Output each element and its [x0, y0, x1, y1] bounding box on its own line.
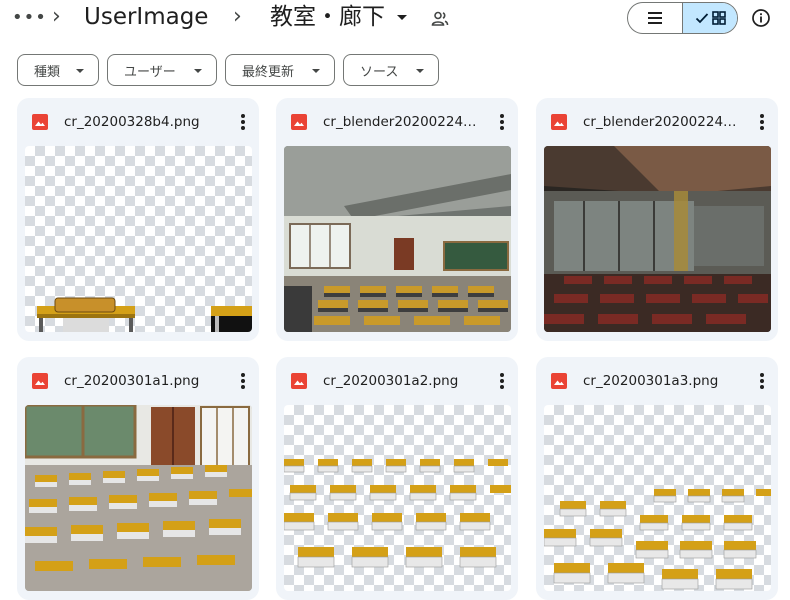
file-card-header: cr_blender20200224…: [276, 98, 518, 146]
image-file-icon: [32, 114, 48, 130]
breadcrumb-item-userimage[interactable]: UserImage: [84, 2, 208, 32]
more-vert-icon[interactable]: [241, 114, 245, 130]
file-card[interactable]: cr_blender20200224…: [536, 98, 778, 341]
file-thumbnail: [284, 146, 511, 332]
grid-view-icon: [711, 11, 726, 25]
file-name: cr_20200301a3.png: [583, 373, 719, 389]
filter-user-label: ユーザー: [124, 64, 176, 80]
image-file-icon: [551, 373, 567, 389]
filter-type-label: 種類: [34, 64, 61, 80]
image-file-icon: [32, 373, 48, 389]
file-thumbnail: [25, 405, 252, 591]
breadcrumb-separator: ›: [233, 4, 242, 29]
file-card[interactable]: cr_20200301a2.png: [276, 357, 518, 600]
file-thumbnail: [544, 146, 771, 332]
list-view-icon: [648, 12, 662, 24]
chevron-down-icon: [312, 69, 320, 73]
more-vert-icon[interactable]: [500, 373, 504, 389]
filter-type-chip[interactable]: 種類: [17, 54, 99, 86]
view-toggle: [627, 2, 738, 34]
file-card-header: cr_blender20200224…: [536, 98, 778, 146]
image-file-icon: [291, 114, 307, 130]
file-name: cr_blender20200224…: [323, 114, 477, 130]
info-icon[interactable]: [751, 8, 771, 28]
file-name: cr_blender20200224…: [583, 114, 737, 130]
chevron-down-icon[interactable]: [397, 15, 407, 20]
header: ••• › UserImage › 教室・廊下: [0, 0, 790, 40]
image-file-icon: [551, 114, 567, 130]
file-name: cr_20200301a1.png: [64, 373, 200, 389]
list-view-button[interactable]: [628, 3, 683, 33]
file-card-header: cr_20200301a3.png: [536, 357, 778, 405]
more-vert-icon[interactable]: [760, 373, 764, 389]
chevron-down-icon: [76, 69, 84, 73]
file-thumbnail: [544, 405, 771, 591]
breadcrumb-item-current-folder[interactable]: 教室・廊下: [270, 2, 385, 32]
check-icon: [695, 13, 708, 24]
file-name: cr_20200328b4.png: [64, 114, 200, 130]
more-vert-icon[interactable]: [241, 373, 245, 389]
chevron-down-icon: [416, 69, 424, 73]
more-vert-icon[interactable]: [760, 114, 764, 130]
file-card[interactable]: cr_blender20200224…: [276, 98, 518, 341]
shared-folder-icon[interactable]: [430, 9, 450, 29]
file-card[interactable]: cr_20200301a1.png: [17, 357, 259, 600]
chevron-down-icon: [194, 69, 202, 73]
file-card-header: cr_20200301a2.png: [276, 357, 518, 405]
file-card-header: cr_20200328b4.png: [17, 98, 259, 146]
filter-source-chip[interactable]: ソース: [343, 54, 439, 86]
filter-user-chip[interactable]: ユーザー: [107, 54, 217, 86]
file-thumbnail: [284, 405, 511, 591]
breadcrumb-separator: ›: [52, 4, 61, 29]
file-name: cr_20200301a2.png: [323, 373, 459, 389]
more-vert-icon[interactable]: [500, 114, 504, 130]
file-card[interactable]: cr_20200301a3.png: [536, 357, 778, 600]
filter-modified-chip[interactable]: 最終更新: [225, 54, 335, 86]
file-card[interactable]: cr_20200328b4.png: [17, 98, 259, 341]
file-thumbnail: [25, 146, 252, 332]
grid-view-button[interactable]: [683, 3, 737, 33]
filter-modified-label: 最終更新: [242, 64, 295, 80]
breadcrumb-more-button[interactable]: •••: [12, 9, 47, 27]
filter-source-label: ソース: [360, 64, 399, 80]
file-card-header: cr_20200301a1.png: [17, 357, 259, 405]
image-file-icon: [291, 373, 307, 389]
